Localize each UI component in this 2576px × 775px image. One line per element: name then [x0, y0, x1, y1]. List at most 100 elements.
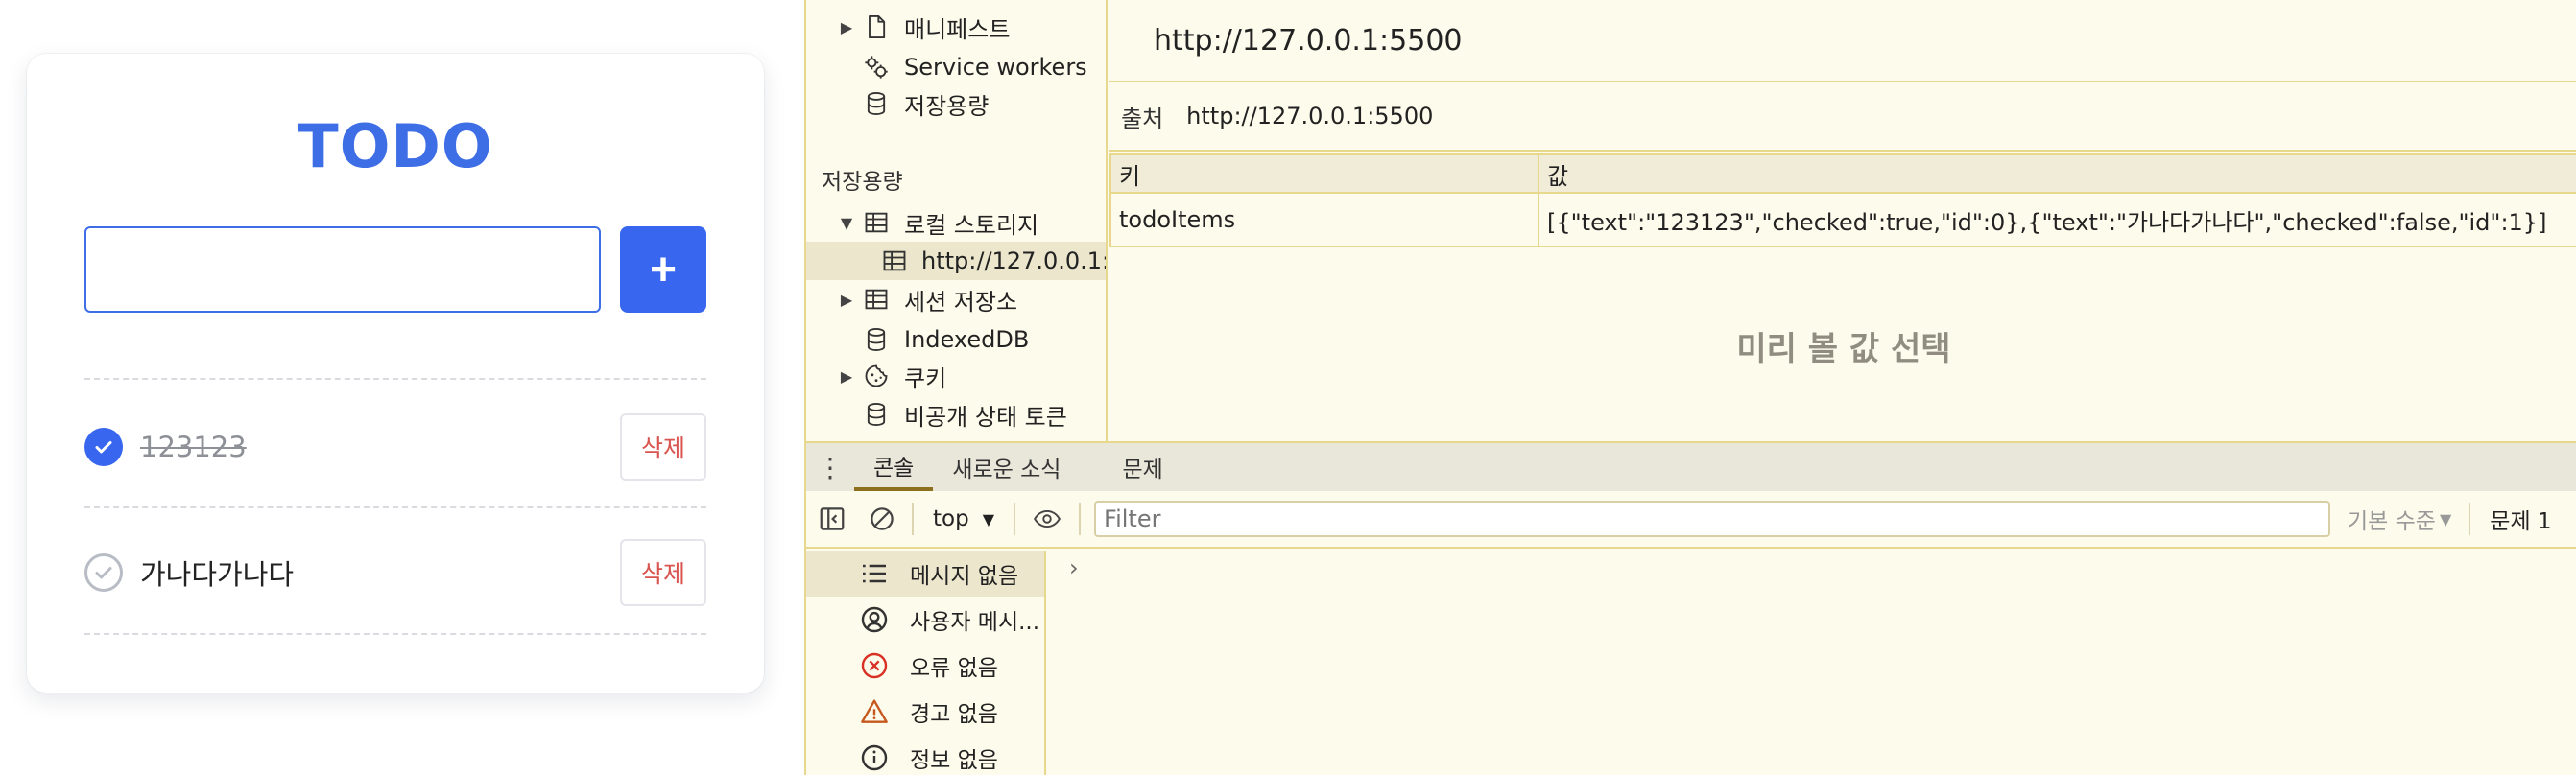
- toolbar-separator: [2469, 503, 2471, 535]
- unchecked-circle-icon[interactable]: [84, 553, 123, 592]
- tree-item-session-storage[interactable]: ▶ 세션 저장소: [837, 280, 1017, 318]
- toolbar-separator: [1079, 503, 1082, 535]
- table-row[interactable]: todoItems [{"text":"123123","checked":tr…: [1109, 192, 2576, 247]
- drawer-tabbar: ⋮ 콘솔 새로운 소식 문제: [806, 441, 2576, 491]
- tree-label: IndexedDB: [904, 326, 1030, 353]
- expand-arrow-icon[interactable]: ▶: [837, 367, 856, 386]
- tree-item-storage[interactable]: 저장용량: [862, 84, 989, 123]
- tree-label: 세션 저장소: [904, 288, 1018, 316]
- tree-item-service-workers[interactable]: Service workers: [862, 48, 1087, 86]
- console-filter-input[interactable]: [1094, 501, 2331, 537]
- table-icon: [862, 285, 891, 314]
- console-sidebar: 메시지 없음 사용자 메시... 오류 없음 경고 없음 정보 없음: [806, 551, 1046, 775]
- database-icon: [862, 400, 891, 429]
- tree-label: 저장용량: [904, 92, 990, 120]
- divider: [84, 633, 706, 635]
- page-title: TODO: [298, 111, 493, 181]
- column-header-value[interactable]: 값: [1538, 153, 2576, 194]
- info-icon: [858, 741, 891, 774]
- console-filter-label: 정보 없음: [910, 748, 998, 773]
- sidebar-toggle-icon[interactable]: [810, 497, 854, 541]
- console-filter-errors[interactable]: 오류 없음: [806, 643, 1044, 689]
- todo-item: 123123 삭제: [84, 385, 706, 509]
- todo-app: TODO + 123123 삭제 가나다가나다 삭제: [0, 0, 804, 775]
- eye-icon[interactable]: [1023, 497, 1071, 541]
- tree-item-local-storage[interactable]: ▼ 로컬 스토리지: [837, 203, 1038, 242]
- console-filter-messages[interactable]: 메시지 없음: [806, 551, 1044, 597]
- tree-label: http://127.0.0.1:5500: [921, 247, 1106, 274]
- divider: [84, 506, 706, 508]
- dropdown-caret-icon: ▼: [2439, 509, 2452, 528]
- cell-key[interactable]: todoItems: [1109, 192, 1539, 247]
- error-icon: [858, 649, 891, 682]
- origin-label: 출처: [1121, 105, 1164, 132]
- collapse-arrow-icon[interactable]: ▼: [837, 214, 856, 232]
- console-prompt[interactable]: ›: [1069, 554, 1079, 581]
- console-filter-label: 오류 없음: [910, 656, 998, 681]
- table-icon: [862, 208, 891, 237]
- console-filter-label: 경고 없음: [910, 702, 998, 727]
- origin-value: http://127.0.0.1:5500: [1186, 103, 1434, 129]
- storage-section-header: 저장용량: [822, 170, 903, 195]
- todo-card: TODO + 123123 삭제 가나다가나다 삭제: [27, 54, 764, 693]
- database-icon: [862, 89, 891, 118]
- todo-input[interactable]: [84, 226, 601, 313]
- divider: [84, 378, 706, 380]
- toolbar-separator: [1014, 503, 1016, 535]
- delete-button[interactable]: 삭제: [620, 539, 706, 606]
- tab-whats-new[interactable]: 새로운 소식: [933, 443, 1080, 491]
- todo-item: 가나다가나다 삭제: [84, 510, 706, 635]
- issues-counter[interactable]: 문제 1: [2490, 503, 2551, 535]
- application-sidebar: ▶ 매니페스트 Service workers 저장용량 저장용량 ▼ 로컬 스…: [806, 0, 1108, 441]
- tree-item-manifest[interactable]: ▶ 매니페스트: [837, 8, 1010, 46]
- tree-label: Service workers: [904, 54, 1087, 81]
- tab-console[interactable]: 콘솔: [854, 443, 934, 491]
- tree-label: 로컬 스토리지: [904, 211, 1039, 239]
- todo-text: 123123: [140, 431, 247, 463]
- console-filter-label: 메시지 없음: [910, 564, 1019, 589]
- key-value-table: 키 값 todoItems [{"text":"123123","checked…: [1109, 153, 2576, 247]
- tree-label: 비공개 상태 토큰: [904, 403, 1067, 431]
- context-value: top: [933, 506, 969, 531]
- tab-issues[interactable]: 문제: [1103, 443, 1181, 491]
- preview-placeholder: 미리 볼 값 선택: [1736, 329, 1951, 368]
- expand-arrow-icon[interactable]: ▶: [837, 18, 856, 36]
- database-icon: [862, 325, 891, 354]
- tree-label: 매니페스트: [904, 15, 1011, 43]
- toolbar-separator: [912, 503, 914, 535]
- gears-icon: [862, 53, 891, 82]
- console-filter-label: 사용자 메시...: [910, 610, 1040, 635]
- expand-arrow-icon[interactable]: ▶: [837, 291, 856, 309]
- origin-title: http://127.0.0.1:5500: [1109, 0, 2576, 82]
- tree-label: 쿠키: [904, 364, 947, 392]
- storage-content: http://127.0.0.1:5500 출처 http://127.0.0.…: [1109, 0, 2576, 441]
- dropdown-caret-icon: ▼: [982, 509, 995, 528]
- console-filter-warnings[interactable]: 경고 없음: [806, 689, 1044, 735]
- origin-info: 출처 http://127.0.0.1:5500: [1109, 82, 2576, 152]
- tree-item-local-origin[interactable]: http://127.0.0.1:5500: [806, 242, 1106, 280]
- clear-console-icon[interactable]: [860, 497, 904, 541]
- delete-button[interactable]: 삭제: [620, 413, 706, 481]
- more-tabs-icon[interactable]: ⋮: [806, 443, 854, 491]
- console-filter-user-messages[interactable]: 사용자 메시...: [806, 597, 1044, 643]
- column-header-key[interactable]: 키: [1109, 153, 1539, 194]
- file-icon: [862, 12, 891, 41]
- user-icon: [858, 603, 891, 636]
- context-selector[interactable]: top ▼: [933, 506, 994, 531]
- list-icon: [858, 557, 891, 590]
- cell-value[interactable]: [{"text":"123123","checked":true,"id":0}…: [1538, 192, 2576, 247]
- console-filter-info[interactable]: 정보 없음: [806, 735, 1044, 775]
- tree-item-cookies[interactable]: ▶ 쿠키: [837, 357, 946, 395]
- log-levels-dropdown[interactable]: 기본 수준 ▼: [2348, 503, 2451, 535]
- add-todo-button[interactable]: +: [620, 226, 706, 313]
- log-levels-label: 기본 수준: [2348, 509, 2436, 534]
- warning-icon: [858, 695, 891, 728]
- tree-item-private-state-tokens[interactable]: 비공개 상태 토큰: [862, 395, 1067, 434]
- table-icon: [881, 247, 908, 275]
- console-toolbar: top ▼ 기본 수준 ▼ 문제 1: [806, 491, 2576, 549]
- todo-text: 가나다가나다: [140, 558, 295, 591]
- checked-circle-icon[interactable]: [84, 428, 123, 466]
- devtools-panel: ▶ 매니페스트 Service workers 저장용량 저장용량 ▼ 로컬 스…: [804, 0, 2576, 775]
- cookie-icon: [862, 362, 891, 390]
- tree-item-indexeddb[interactable]: IndexedDB: [862, 320, 1029, 359]
